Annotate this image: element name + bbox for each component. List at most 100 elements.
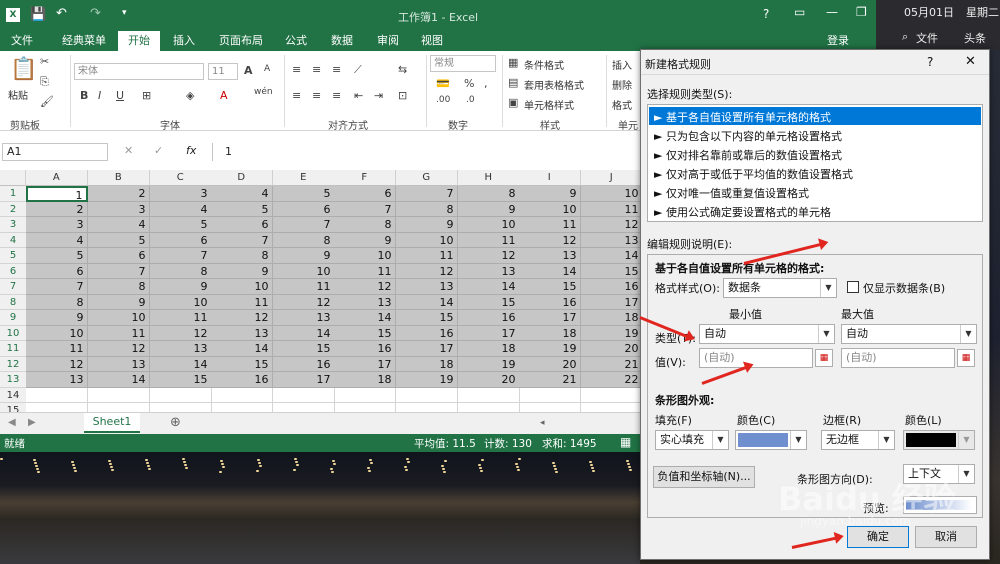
- column-header[interactable]: I: [519, 170, 581, 186]
- table-cell[interactable]: 11: [519, 217, 581, 233]
- border-color-picker[interactable]: ▼: [903, 430, 975, 450]
- wrap-text-icon[interactable]: ⇆: [398, 63, 407, 76]
- file-search-label[interactable]: 文件: [916, 30, 938, 46]
- table-cell[interactable]: 12: [150, 325, 212, 341]
- table-cell[interactable]: 5: [150, 217, 212, 233]
- table-cell[interactable]: 15: [211, 356, 273, 372]
- table-cell[interactable]: 7: [334, 201, 396, 217]
- normal-view-icon[interactable]: ▦: [620, 435, 631, 449]
- table-format-icon[interactable]: ▤: [508, 76, 518, 89]
- table-cell[interactable]: 11: [581, 201, 643, 217]
- table-cell[interactable]: 15: [334, 325, 396, 341]
- paste-label[interactable]: 粘贴: [8, 87, 28, 102]
- table-cell[interactable]: 12: [88, 341, 150, 357]
- table-cell[interactable]: 13: [334, 294, 396, 310]
- help-icon[interactable]: ?: [763, 7, 769, 21]
- sheet-tab-sheet1[interactable]: Sheet1: [84, 413, 140, 433]
- table-cell[interactable]: 13: [26, 372, 88, 388]
- currency-icon[interactable]: 💳: [436, 77, 450, 90]
- table-cell[interactable]: 14: [581, 248, 643, 264]
- align-middle-icon[interactable]: ≡: [312, 63, 321, 76]
- row-header[interactable]: 4: [0, 232, 26, 248]
- ok-button[interactable]: 确定: [847, 526, 909, 548]
- table-cell[interactable]: 10: [150, 294, 212, 310]
- table-cell[interactable]: 10: [273, 263, 335, 279]
- cut-icon[interactable]: ✂: [40, 55, 49, 68]
- table-cell[interactable]: 9: [458, 201, 520, 217]
- table-cell[interactable]: 12: [581, 217, 643, 233]
- table-cell[interactable]: 10: [458, 217, 520, 233]
- table-cell[interactable]: 10: [519, 201, 581, 217]
- rule-type-item[interactable]: ► 只为包含以下内容的单元格设置格式: [654, 128, 842, 144]
- next-sheet-icon[interactable]: ▶: [28, 417, 36, 428]
- table-cell[interactable]: 9: [150, 279, 212, 295]
- table-cell[interactable]: 8: [211, 248, 273, 264]
- table-cell[interactable]: [581, 387, 643, 403]
- table-cell[interactable]: 6: [273, 201, 335, 217]
- format-cells-button[interactable]: 格式: [612, 97, 632, 112]
- table-cell[interactable]: 4: [88, 217, 150, 233]
- rule-type-item[interactable]: ► 仅对高于或低于平均值的数值设置格式: [654, 166, 853, 182]
- table-cell[interactable]: 12: [273, 294, 335, 310]
- pinyin-icon[interactable]: wén: [254, 87, 273, 97]
- headline-label[interactable]: 头条: [964, 30, 986, 46]
- table-cell[interactable]: 16: [519, 294, 581, 310]
- table-cell[interactable]: 12: [519, 232, 581, 248]
- table-cell[interactable]: 12: [458, 248, 520, 264]
- restore-icon[interactable]: ❐: [856, 5, 867, 19]
- paste-icon[interactable]: 📋: [10, 57, 37, 82]
- tab-formulas[interactable]: 公式: [274, 31, 318, 51]
- table-cell[interactable]: 11: [458, 232, 520, 248]
- row-header[interactable]: 13: [0, 372, 26, 388]
- table-cell[interactable]: 11: [396, 248, 458, 264]
- column-header[interactable]: H: [458, 170, 520, 186]
- table-cell[interactable]: 15: [150, 372, 212, 388]
- cancel-button[interactable]: 取消: [915, 526, 977, 548]
- excel-icon[interactable]: X: [6, 8, 20, 22]
- table-cell[interactable]: 11: [334, 263, 396, 279]
- table-cell[interactable]: 4: [150, 201, 212, 217]
- table-cell[interactable]: 16: [581, 279, 643, 295]
- conditional-format-button[interactable]: 条件格式: [524, 57, 564, 72]
- italic-icon[interactable]: I: [98, 89, 101, 102]
- decrease-decimal-icon[interactable]: .0: [466, 95, 475, 105]
- table-cell[interactable]: 18: [458, 341, 520, 357]
- align-left-icon[interactable]: ≡: [292, 89, 301, 102]
- table-cell[interactable]: 13: [458, 263, 520, 279]
- table-cell[interactable]: 3: [150, 186, 212, 202]
- redo-icon[interactable]: ↷: [90, 6, 101, 21]
- format-painter-icon[interactable]: 🖌: [40, 95, 54, 108]
- table-cell[interactable]: 3: [26, 217, 88, 233]
- column-header[interactable]: E: [273, 170, 335, 186]
- table-cell[interactable]: 6: [334, 186, 396, 202]
- table-cell[interactable]: 4: [26, 232, 88, 248]
- table-cell[interactable]: 5: [273, 186, 335, 202]
- column-header[interactable]: J: [581, 170, 643, 186]
- add-sheet-icon[interactable]: ⊕: [170, 415, 181, 430]
- rule-type-item[interactable]: ► 仅对排名靠前或靠后的数值设置格式: [654, 147, 842, 163]
- table-cell[interactable]: 10: [581, 186, 643, 202]
- fill-color-icon[interactable]: ◈: [186, 89, 194, 102]
- table-cell[interactable]: 13: [273, 310, 335, 326]
- merge-icon[interactable]: ⊡: [398, 89, 407, 102]
- table-cell[interactable]: 9: [396, 217, 458, 233]
- fill-type-select[interactable]: 实心填充 ▼: [655, 430, 729, 450]
- table-cell[interactable]: 2: [88, 186, 150, 202]
- table-cell[interactable]: 7: [396, 186, 458, 202]
- table-cell[interactable]: 17: [519, 310, 581, 326]
- cell-style-icon[interactable]: ▣: [508, 96, 518, 109]
- rule-type-item[interactable]: ► 仅对唯一值或重复值设置格式: [654, 185, 809, 201]
- row-header[interactable]: 2: [0, 201, 26, 217]
- ribbon-display-icon[interactable]: ▭: [794, 5, 805, 19]
- customize-qat-icon[interactable]: ▾: [122, 8, 127, 18]
- table-cell[interactable]: 10: [211, 279, 273, 295]
- table-cell[interactable]: 17: [334, 356, 396, 372]
- copy-icon[interactable]: ⎘: [40, 75, 49, 89]
- font-color-icon[interactable]: A: [220, 89, 228, 102]
- orientation-icon[interactable]: ⟋: [354, 63, 362, 77]
- table-cell[interactable]: 14: [150, 356, 212, 372]
- login-link[interactable]: 登录: [820, 31, 856, 51]
- rule-type-item[interactable]: ► 使用公式确定要设置格式的单元格: [654, 204, 831, 220]
- conditional-format-icon[interactable]: ▦: [508, 56, 518, 69]
- table-cell[interactable]: 19: [396, 372, 458, 388]
